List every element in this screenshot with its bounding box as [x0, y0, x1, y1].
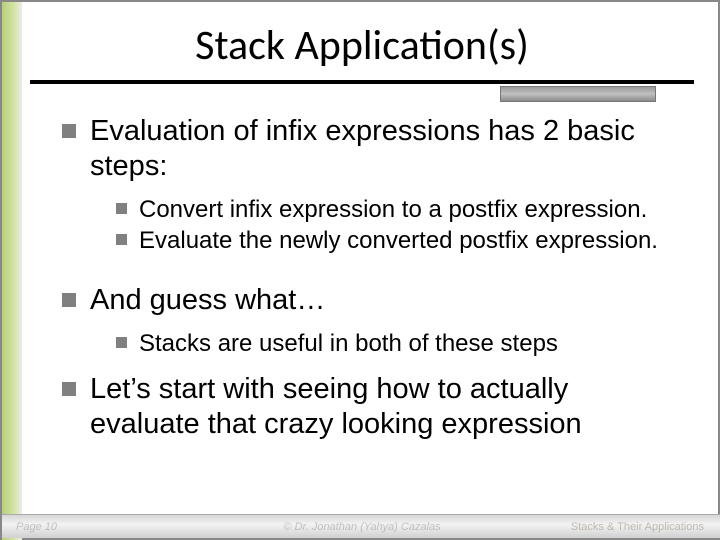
bullet-text: And guess what…: [90, 283, 325, 318]
bullet-text: Evaluate the newly converted postfix exp…: [139, 226, 658, 255]
footer-author: © Dr. Jonathan (Yahya) Cazalas: [283, 521, 440, 533]
bullet-level1: Let’s start with seeing how to actually …: [62, 372, 682, 443]
slide-title: Stack Application(s): [2, 20, 720, 71]
square-bullet-icon: [62, 124, 76, 138]
bullet-level2: Stacks are useful in both of these steps: [116, 329, 682, 358]
footer-topic: Stacks & Their Applications: [571, 521, 704, 533]
sub-list: Stacks are useful in both of these steps: [116, 329, 682, 358]
bullet-text: Evaluation of infix expressions has 2 ba…: [90, 114, 682, 185]
bullet-level1: And guess what…: [62, 283, 682, 318]
square-bullet-icon: [62, 293, 76, 307]
square-bullet-icon: [116, 337, 127, 348]
square-bullet-icon: [116, 203, 127, 214]
bullet-level2: Convert infix expression to a postfix ex…: [116, 195, 682, 224]
content-area: Evaluation of infix expressions has 2 ba…: [62, 114, 682, 453]
slide: Stack Application(s) Evaluation of infix…: [0, 0, 720, 540]
bullet-text: Stacks are useful in both of these steps: [139, 329, 558, 358]
spacer: [62, 269, 682, 283]
footer-page: Page 10: [16, 521, 57, 533]
sidebar-accent: [2, 2, 22, 540]
bullet-text: Convert infix expression to a postfix ex…: [139, 195, 647, 224]
title-underline: [30, 80, 694, 84]
sub-list: Convert infix expression to a postfix ex…: [116, 195, 682, 256]
square-bullet-icon: [116, 234, 127, 245]
accent-bar: [500, 86, 656, 102]
footer-bar: Page 10 © Dr. Jonathan (Yahya) Cazalas S…: [2, 514, 720, 538]
bullet-level1: Evaluation of infix expressions has 2 ba…: [62, 114, 682, 185]
bullet-level2: Evaluate the newly converted postfix exp…: [116, 226, 682, 255]
bullet-text: Let’s start with seeing how to actually …: [90, 372, 682, 443]
square-bullet-icon: [62, 382, 76, 396]
